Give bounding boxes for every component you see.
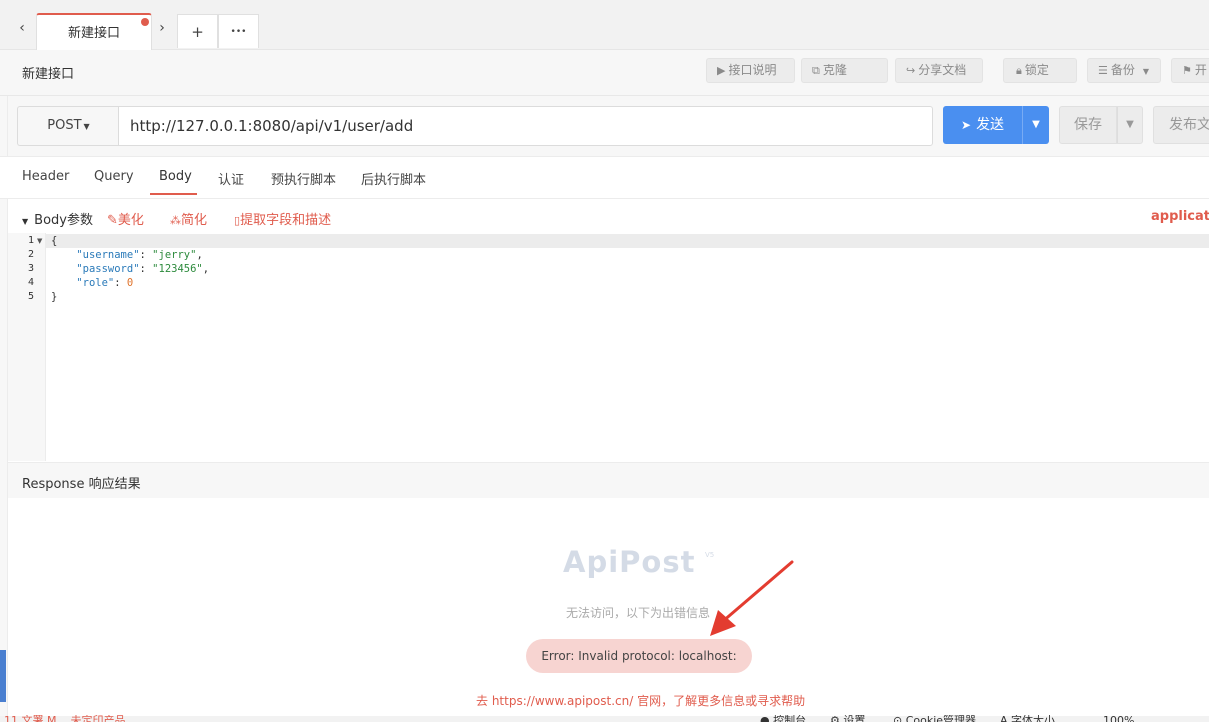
more-tabs-button[interactable]: ••• [218,14,259,48]
response-title: Response 响应结果 [22,477,141,492]
caret-down-icon: ▼ [22,217,29,226]
open-label: 开 [1194,63,1207,77]
code-open-brace: { [51,235,58,247]
lock-button[interactable]: 🔒︎ 锁定 [1003,58,1077,83]
json-key: "username" [76,249,140,261]
send-button[interactable]: ➤ 发送 [943,106,1022,144]
paper-plane-icon: ➤ [961,118,972,132]
json-key: "role" [76,277,115,289]
body-params-label: Body参数 [34,213,93,228]
line-number: 1 [27,235,34,246]
json-comma: , [196,249,203,261]
save-dropdown-button[interactable]: ▼ [1117,106,1143,144]
line-number: 5 [27,291,34,302]
active-tab-indicator [150,193,197,195]
code-line: { [51,234,57,248]
status-font-size[interactable]: A 字体大小 [1000,715,1055,722]
content-type-select[interactable]: applicatio [1151,209,1209,224]
status-settings[interactable]: ⚙ 设置 [830,715,865,722]
chevron-right-icon[interactable]: › [155,20,169,36]
magic-wand-icon: ✎ [107,213,118,228]
method-value: POST [47,118,82,133]
status-left: 11 文署 M... 未定印产品 [4,715,126,722]
tab-label: 新建接口 [67,26,120,41]
tab-header[interactable]: Header [22,169,69,184]
code-line: } [51,290,57,304]
url-input[interactable]: http://127.0.0.1:8080/api/v1/user/add [118,106,933,146]
json-key: "password" [76,263,140,275]
active-line-highlight [46,234,1209,248]
status-cookie-manager[interactable]: ⊙ Cookie管理器 [893,715,976,722]
lock-icon: 🔒︎ [1016,64,1022,77]
json-value: 0 [126,277,134,289]
share-doc-label: 分享文档 [918,63,967,77]
caret-down-icon: ▼ [1126,119,1134,130]
backup-button[interactable]: ☰ 备份 ▼ [1087,58,1161,83]
save-button[interactable]: 保存 [1059,106,1117,144]
code-line: "username": "jerry", [76,249,203,261]
api-doc-button[interactable]: ▶ 接口说明 [706,58,795,83]
unsaved-dot-icon [141,18,149,26]
code-line: "password": "123456", [76,263,210,275]
status-console[interactable]: ● 控制台 [760,715,806,722]
left-window-edge [0,650,6,702]
caret-down-icon: ▼ [83,122,90,131]
caret-down-icon: ▼ [1032,119,1040,130]
json-comma: , [202,263,210,275]
tab-new-api[interactable]: 新建接口 [36,13,152,51]
send-dropdown-button[interactable]: ▼ [1022,106,1049,144]
line-number: 4 [27,277,34,288]
line-number: 2 [27,249,34,260]
method-select[interactable]: POST ▼ [17,106,119,146]
help-link[interactable]: 去 https://www.apipost.cn/ 官网，了解更多信息或寻求帮助 [476,692,805,709]
play-icon: ▶ [717,64,726,77]
code-close-brace: } [51,291,58,303]
json-value: "jerry" [152,249,197,261]
tab-auth[interactable]: 认证 [218,169,244,188]
tab-body[interactable]: Body [159,169,192,184]
beautify-label: 美化 [117,213,144,228]
tab-post-script[interactable]: 后执行脚本 [361,169,426,188]
copy-icon: ⧉ [812,64,820,77]
open-button[interactable]: ⚑ 开 [1171,58,1209,83]
extract-label: 提取字段和描述 [240,213,332,228]
tab-pre-script[interactable]: 预执行脚本 [271,169,336,188]
send-label: 发送 [976,117,1005,133]
error-message: Error: Invalid protocol: localhost: [526,639,752,673]
body-params-toggle[interactable]: ▼ Body参数 [22,209,93,228]
chevron-left-icon[interactable]: ‹ [15,20,29,36]
caret-down-icon: ▼ [1142,67,1150,76]
line-number: 3 [27,263,34,274]
json-value: "123456" [152,263,203,275]
extract-fields-button[interactable]: ▯提取字段和描述 [234,209,331,228]
publish-doc-button[interactable]: 发布文 [1153,106,1209,144]
beautify-button[interactable]: ✎美化 [107,209,144,228]
database-icon: ☰ [1098,64,1108,77]
page-title: 新建接口 [22,67,75,82]
add-tab-button[interactable]: + [177,14,218,48]
fold-toggle-icon[interactable]: ▼ [37,234,42,248]
share-doc-button[interactable]: ↪ 分享文档 [895,58,983,83]
error-hint: 无法访问，以下为出错信息 [566,606,711,620]
status-zoom[interactable]: 100% [1103,715,1134,722]
apipost-logo: ApiPost [563,545,696,579]
tab-query[interactable]: Query [94,169,134,184]
sitemap-icon: ⁂ [170,214,181,227]
api-doc-label: 接口说明 [728,63,777,77]
annotation-arrow-icon [710,560,794,636]
share-icon: ↪ [906,64,916,77]
simplify-label: 简化 [181,213,208,228]
response-header [8,462,1209,498]
backup-label: 备份 [1110,63,1135,77]
flag-icon: ⚑ [1182,64,1192,77]
code-line: "role": 0 [76,277,134,289]
simplify-button[interactable]: ⁂简化 [170,209,207,228]
lock-label: 锁定 [1024,63,1049,77]
clone-button[interactable]: ⧉ 克隆 [801,58,888,83]
clone-label: 克隆 [822,63,847,77]
